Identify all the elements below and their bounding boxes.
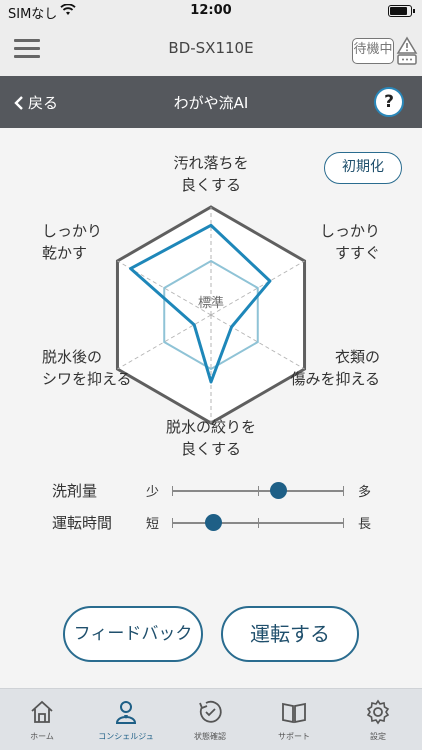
tab-support[interactable]: サポート — [252, 689, 336, 750]
axis-label-spin: 脱水の絞りを 良くする — [165, 418, 256, 458]
tab-settings[interactable]: 設定 — [336, 689, 420, 750]
run-button[interactable]: 運転する — [221, 606, 359, 662]
axis-label-dirt: 汚れ落ちを 良くする — [173, 154, 249, 194]
home-icon — [31, 700, 53, 723]
tab-concierge[interactable]: コンシェルジュ — [84, 689, 168, 750]
main-content: 標準 汚れ落ちを 良くする しっかり すすぐ 衣類の 傷みを抑える 脱水の絞りを 良くす… — [0, 128, 422, 688]
detergent-slider[interactable] — [172, 482, 344, 499]
app-bar: BD-SX110E 待機中 — [0, 22, 422, 76]
slider-max-label: 多 — [358, 485, 372, 500]
battery-fill — [390, 7, 408, 15]
reset-button[interactable]: 初期化 — [324, 152, 402, 184]
axis-label-rinse: しっかり すすぐ — [319, 222, 380, 262]
tab-home[interactable]: ホーム — [0, 689, 84, 750]
gear-icon — [366, 699, 390, 725]
concierge-icon — [115, 701, 137, 724]
axis-label-fabric: 衣類の 傷みを抑える — [290, 348, 380, 388]
radar-center-label: 標準 — [198, 295, 224, 311]
slider-min-label: 少 — [146, 485, 160, 500]
clock: 12:00 — [190, 3, 232, 18]
status-bar: SIMなし 12:00 — [0, 0, 422, 22]
slider-max-label: 長 — [358, 517, 372, 532]
tab-bar: ホーム コンシェルジュ 状態確認 サポート 設定 — [0, 688, 422, 750]
book-icon — [282, 702, 306, 724]
duration-slider-row: 運転時間 短 長 — [0, 510, 422, 536]
detergent-slider-row: 洗剤量 少 多 — [0, 478, 422, 504]
status-icon — [199, 700, 222, 723]
slider-label-duration: 運転時間 — [52, 514, 113, 532]
nav-bar: 戻る わがや流AI ? — [0, 76, 422, 128]
battery-icon — [388, 5, 415, 17]
help-button[interactable]: ? — [374, 87, 404, 117]
standby-badge: 待機中 — [352, 38, 394, 64]
duration-slider-thumb[interactable] — [205, 514, 223, 531]
slider-min-label: 短 — [146, 517, 160, 532]
detergent-slider-thumb[interactable] — [270, 482, 288, 499]
axis-label-wrinkle: 脱水後の シワを抑える — [42, 348, 132, 388]
warning-washer-icon[interactable] — [396, 36, 418, 66]
tab-status[interactable]: 状態確認 — [168, 689, 252, 750]
feedback-button[interactable]: フィードバック — [63, 606, 203, 662]
duration-slider[interactable] — [172, 514, 344, 531]
axis-label-dry: しっかり 乾かす — [42, 222, 103, 262]
page-title: わがや流AI — [173, 94, 249, 112]
slider-label-detergent: 洗剤量 — [52, 482, 98, 500]
